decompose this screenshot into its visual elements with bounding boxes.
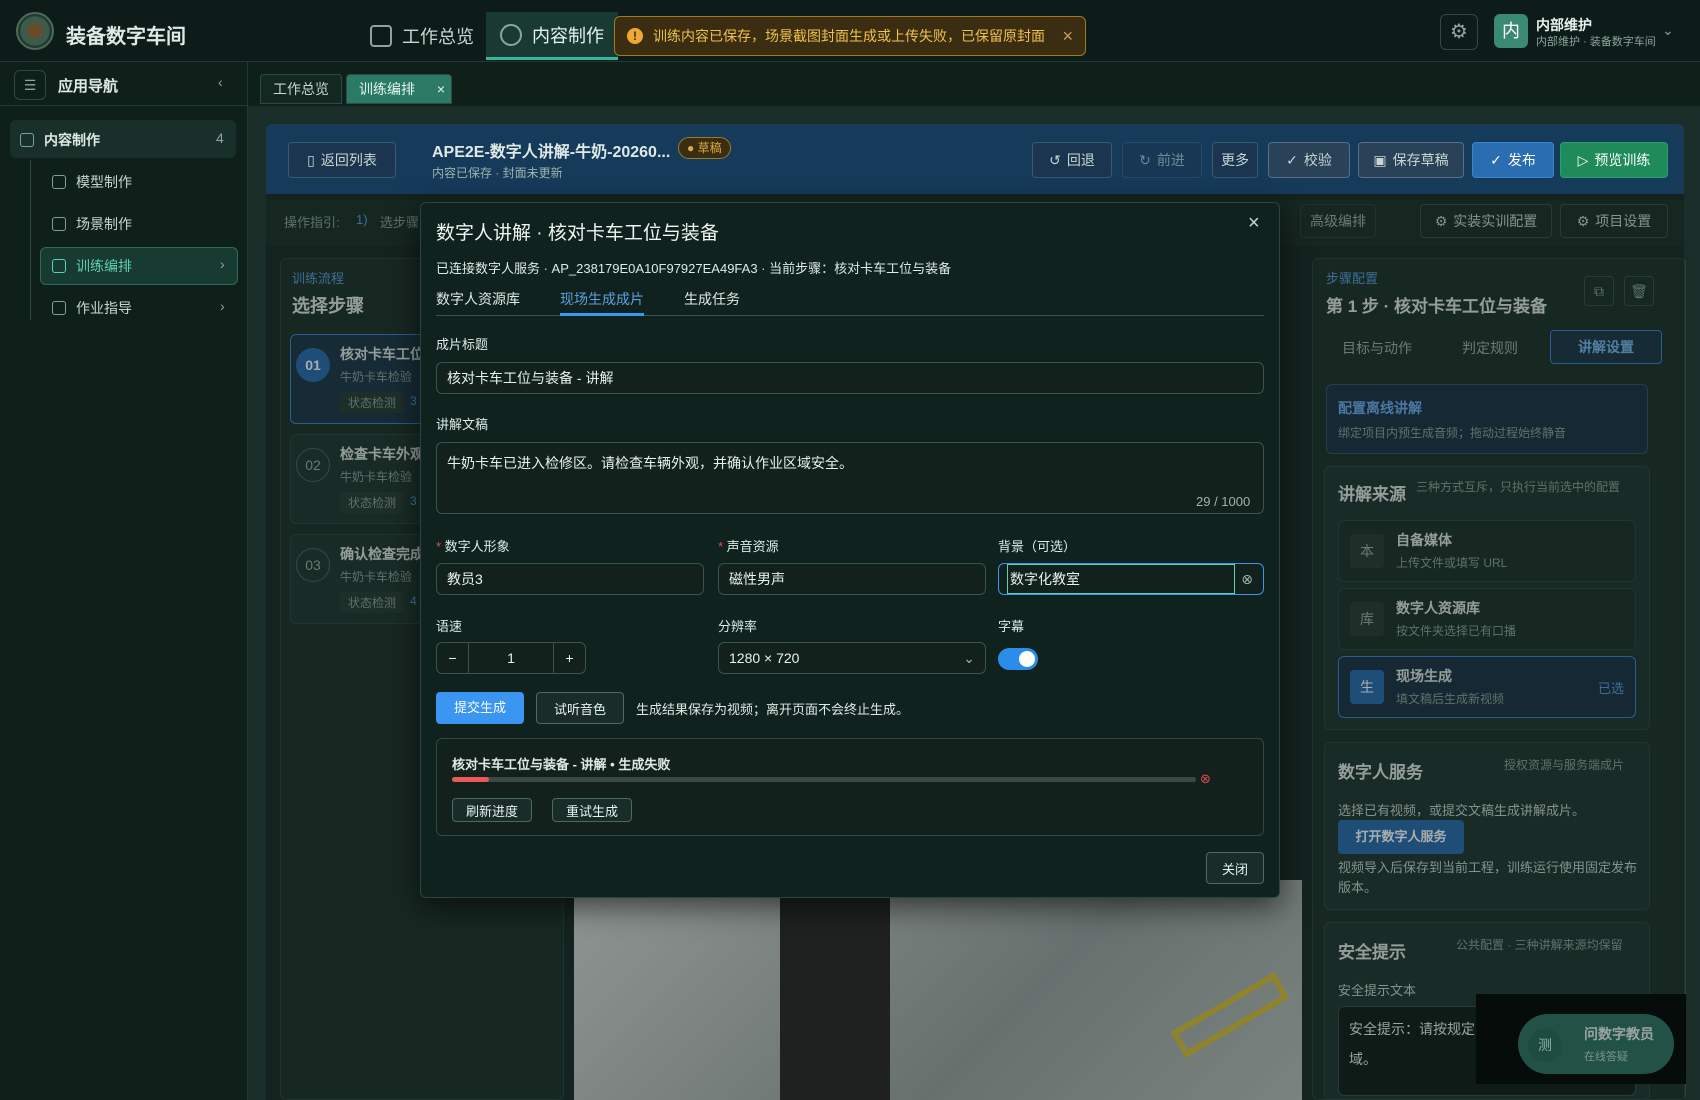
avatar-input[interactable]: 教员3 xyxy=(436,563,704,595)
warning-icon: ! xyxy=(627,28,643,44)
subtitle-toggle[interactable] xyxy=(998,648,1038,670)
nav-content[interactable]: 内容制作 xyxy=(486,12,618,60)
document-icon: ▯ xyxy=(307,151,315,168)
redo-icon: ↻ xyxy=(1139,151,1151,168)
more-button[interactable]: 更多 xyxy=(1212,142,1258,178)
menu-icon[interactable]: ☰ xyxy=(14,70,46,100)
tab-active-indicator xyxy=(560,313,644,316)
background-label: 背景（可选） xyxy=(998,539,1077,554)
cube-icon xyxy=(52,175,66,189)
tab-close-icon[interactable]: × xyxy=(437,75,445,103)
plus-icon[interactable]: + xyxy=(553,643,585,673)
user-subtitle: 内部维护 · 装备数字车间 xyxy=(1536,36,1656,48)
tab-overview[interactable]: 工作总览 xyxy=(260,74,342,104)
save-icon: ▣ xyxy=(1373,151,1387,168)
user-name: 内部维护 xyxy=(1536,17,1592,33)
check-button[interactable]: ✓ 校验 xyxy=(1268,142,1350,178)
retry-generate-button[interactable]: 重试生成 xyxy=(552,798,632,822)
collapse-chevron-icon[interactable]: ‹ xyxy=(218,74,223,90)
back-button[interactable]: ▯ 返回列表 xyxy=(288,142,396,178)
app-title: 装备数字车间 xyxy=(66,26,186,48)
cube-icon xyxy=(500,23,522,46)
sidebar-title: 应用导航 xyxy=(58,78,119,95)
minus-icon[interactable]: − xyxy=(437,643,469,673)
flow-icon xyxy=(52,259,66,273)
save-draft-button[interactable]: ▣ 保存草稿 xyxy=(1358,142,1464,178)
chevron-right-icon: › xyxy=(220,298,225,314)
speed-stepper[interactable]: −1 + xyxy=(436,642,586,674)
tab-library[interactable]: 数字人资源库 xyxy=(436,289,520,309)
listen-voice-button[interactable]: 试听音色 xyxy=(536,692,624,724)
sidebar-item-scene[interactable]: 场景制作 xyxy=(52,214,132,234)
tree-line xyxy=(30,160,31,320)
speed-label: 语速 xyxy=(436,619,463,634)
play-icon: ▷ xyxy=(1577,151,1589,168)
modal-close-button[interactable]: 关闭 xyxy=(1206,852,1264,884)
sidebar-item-model[interactable]: 模型制作 xyxy=(52,172,132,192)
chevron-down-icon[interactable]: ⌄ xyxy=(1662,22,1674,39)
tab-training[interactable]: 训练编排 × xyxy=(346,74,452,104)
sidebar-group-count: 4 xyxy=(216,130,224,146)
chevron-right-icon: › xyxy=(220,256,225,272)
task-progress-fill xyxy=(452,777,490,782)
building-icon xyxy=(52,217,66,231)
refresh-progress-button[interactable]: 刷新进度 xyxy=(452,798,532,822)
resolution-label: 分辨率 xyxy=(718,619,758,634)
chevron-down-icon: ⌄ xyxy=(963,649,975,666)
sidebar-group-label: 内容制作 xyxy=(20,130,100,150)
modal-info: 已连接数字人服务 · AP_238179E0A10F97927EA49FA3 ·… xyxy=(436,261,952,276)
avatar[interactable]: 内 xyxy=(1494,14,1528,48)
cube-icon xyxy=(20,133,34,147)
film-title-label: 成片标题 xyxy=(436,337,489,352)
task-progress-track xyxy=(452,777,1196,782)
close-icon[interactable]: × xyxy=(1248,212,1260,235)
script-label: 讲解文稿 xyxy=(436,417,489,432)
submit-generate-button[interactable]: 提交生成 xyxy=(436,692,524,724)
script-textarea[interactable]: 牛奶卡车已进入检修区。请检查车辆外观，并确认作业区域安全。 xyxy=(436,442,1264,514)
app-logo xyxy=(16,12,54,50)
tab-tasks[interactable]: 生成任务 xyxy=(684,289,740,309)
redo-button[interactable]: ↻ 前进 xyxy=(1122,142,1202,178)
project-name: APE2E-数字人讲解-牛奶-20260... xyxy=(432,144,671,161)
film-title-input[interactable]: 核对卡车工位与装备 - 讲解 xyxy=(436,362,1264,394)
project-subtitle: 内容已保存 · 封面未更新 xyxy=(432,166,563,180)
subtitle-label: 字幕 xyxy=(998,619,1025,634)
grid-icon xyxy=(370,25,392,47)
task-title: 核对卡车工位与装备 - 讲解 • 生成失败 xyxy=(452,757,671,772)
resolution-select[interactable]: 1280 × 720 ⌄ xyxy=(718,642,986,674)
check-icon: ✓ xyxy=(1490,151,1502,168)
publish-button[interactable]: ✓ 发布 xyxy=(1472,142,1554,178)
sidebar-item-guide[interactable]: 作业指导 xyxy=(52,298,132,318)
voice-input[interactable]: 磁性男声 xyxy=(718,563,986,595)
error-icon: ⊗ xyxy=(1200,771,1211,786)
check-icon: ✓ xyxy=(1286,151,1298,168)
char-count: 29 / 1000 xyxy=(1196,494,1251,509)
warning-toast: ! 训练内容已保存，场景截图封面生成或上传失败，已保留原封面 × xyxy=(614,16,1086,56)
background-input[interactable]: 数字化教室 ⊗ xyxy=(998,563,1264,595)
document-icon xyxy=(52,301,66,315)
status-badge: ● 草稿 xyxy=(678,137,731,159)
nav-overview[interactable]: 工作总览 xyxy=(356,12,488,60)
sidebar-item-training[interactable]: 训练编排 xyxy=(52,256,132,276)
modal-title: 数字人讲解 · 核对卡车工位与装备 xyxy=(436,223,719,244)
avatar-label: * 数字人形象 xyxy=(436,539,510,554)
preview-button[interactable]: ▷ 预览训练 xyxy=(1560,142,1668,178)
settings-gear-icon[interactable]: ⚙ xyxy=(1440,14,1478,50)
voice-label: * 声音资源 xyxy=(718,539,779,554)
undo-icon: ↺ xyxy=(1049,151,1061,168)
generate-note: 生成结果保存为视频；离开页面不会终止生成。 xyxy=(636,702,910,717)
undo-button[interactable]: ↺ 回退 xyxy=(1032,142,1112,178)
tab-row xyxy=(248,62,1700,106)
tab-live-generate[interactable]: 现场生成成片 xyxy=(560,289,644,309)
clear-icon[interactable]: ⊗ xyxy=(1241,571,1253,588)
toast-close-icon[interactable]: × xyxy=(1062,26,1073,47)
